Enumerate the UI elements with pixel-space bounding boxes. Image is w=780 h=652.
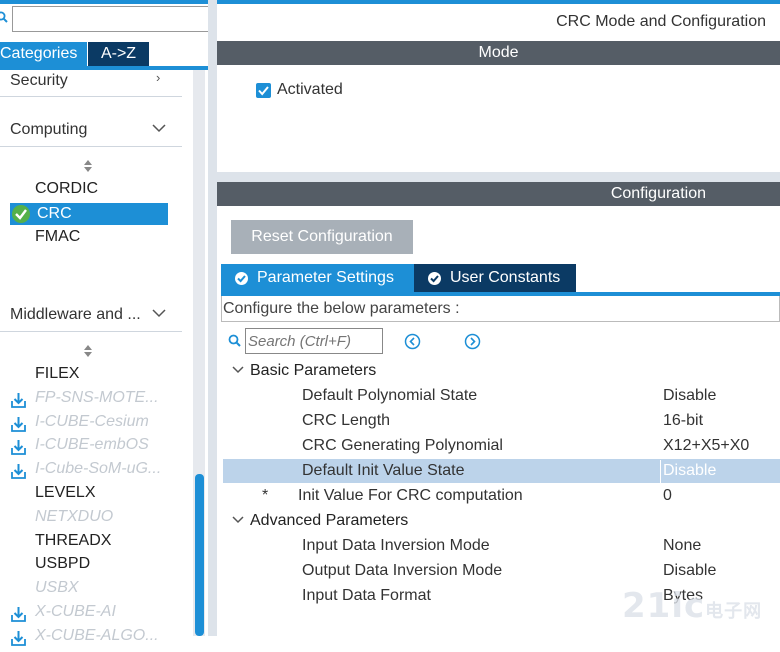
download-icon[interactable] (10, 463, 27, 480)
parameter-name: Input Data Inversion Mode (302, 537, 490, 554)
chevron-down-icon[interactable] (230, 365, 246, 375)
download-icon[interactable] (10, 416, 27, 433)
configuration-header: Configuration (217, 182, 780, 206)
category-security[interactable]: Security (10, 72, 68, 90)
scrollbar-thumb[interactable] (195, 474, 204, 636)
parameter-value[interactable]: None (663, 534, 701, 558)
divider (0, 331, 182, 332)
list-item[interactable]: I-Cube-SoM-uG... (35, 460, 161, 478)
parameter-name: Output Data Inversion Mode (302, 562, 503, 579)
category-search-input[interactable] (12, 6, 212, 32)
parameter-value[interactable]: Disable (663, 559, 716, 583)
list-item[interactable]: USBX (35, 579, 79, 597)
category-middleware[interactable]: Middleware and ... (10, 306, 141, 324)
mode-header: Mode (217, 41, 780, 65)
tab-categories[interactable]: Categories (0, 42, 87, 66)
search-icon[interactable] (228, 334, 241, 347)
divider (0, 96, 182, 97)
list-item-crc[interactable]: CRC (10, 203, 168, 225)
parameter-row[interactable]: Default Polynomial State Disable (223, 384, 780, 408)
chevron-down-icon[interactable] (230, 515, 246, 525)
parameter-row[interactable]: CRC Generating Polynomial X12+X5+X0 (223, 434, 780, 458)
download-icon[interactable] (10, 439, 27, 456)
parameter-value[interactable]: X12+X5+X0 (663, 434, 749, 458)
parameter-row[interactable]: CRC Length 16-bit (223, 409, 780, 433)
parameter-value[interactable]: Disable (663, 459, 716, 483)
previous-result-icon[interactable] (404, 333, 421, 350)
parameter-value[interactable]: 16-bit (663, 409, 703, 433)
category-computing[interactable]: Computing (10, 121, 87, 139)
search-icon[interactable] (0, 11, 8, 23)
parameter-row[interactable]: Default Init Value State Disable (223, 459, 780, 483)
section-gap (217, 172, 780, 182)
download-icon[interactable] (10, 606, 27, 623)
required-marker: * (262, 487, 269, 504)
sort-arrows-icon[interactable] (83, 159, 93, 173)
parameter-value[interactable]: 0 (663, 484, 672, 508)
parameter-name: Init Value For CRC computation (298, 487, 523, 504)
list-item[interactable]: I-CUBE-embOS (35, 436, 149, 454)
parameter-row[interactable]: * Init Value For CRC computation 0 (223, 484, 780, 508)
check-circle-icon (428, 272, 441, 285)
list-item[interactable]: USBPD (35, 555, 90, 573)
list-item[interactable]: X-CUBE-AI (35, 603, 116, 621)
list-item[interactable]: NETXDUO (35, 508, 113, 526)
category-search-row (0, 4, 212, 34)
list-item[interactable]: FILEX (35, 365, 79, 383)
check-circle-icon (235, 272, 248, 285)
parameter-name: Input Data Format (302, 587, 431, 604)
tab-user-constants[interactable]: User Constants (414, 264, 576, 292)
list-item-fmac[interactable]: FMAC (35, 228, 80, 246)
value-column-divider (660, 460, 661, 484)
tab-parameter-settings[interactable]: Parameter Settings (221, 264, 414, 292)
parameter-name: Default Init Value State (302, 462, 465, 479)
group-label: Advanced Parameters (250, 512, 409, 529)
activated-label: Activated (277, 81, 343, 98)
next-result-icon[interactable] (464, 333, 481, 350)
sort-arrows-icon[interactable] (83, 344, 93, 358)
group-label: Basic Parameters (250, 362, 377, 379)
list-item[interactable]: LEVELX (35, 484, 95, 502)
parameter-row[interactable]: Input Data Inversion Mode None (223, 534, 780, 558)
configure-hint: Configure the below parameters : (221, 296, 780, 322)
parameter-search-input[interactable] (245, 328, 383, 354)
tab-label: Parameter Settings (257, 269, 394, 286)
chevron-down-icon[interactable] (152, 309, 166, 318)
chevron-right-icon[interactable]: › (156, 70, 160, 85)
tab-underline (0, 66, 208, 70)
group-advanced-parameters[interactable]: Advanced Parameters (230, 512, 408, 530)
list-item-label: CRC (37, 205, 72, 222)
download-icon[interactable] (10, 392, 27, 409)
list-item[interactable]: I-CUBE-Cesium (35, 413, 149, 431)
download-icon[interactable] (10, 630, 27, 647)
group-basic-parameters[interactable]: Basic Parameters (230, 362, 376, 380)
left-tabs: Categories A->Z (0, 40, 208, 66)
parameter-name: CRC Length (302, 412, 391, 429)
check-circle-icon (12, 205, 30, 223)
watermark-logo: 21ic电子网 (622, 586, 763, 626)
reset-configuration-button[interactable]: Reset Configuration (231, 220, 413, 254)
parameter-name: Default Polynomial State (302, 387, 478, 404)
activated-checkbox[interactable] (256, 83, 271, 98)
list-item[interactable]: THREADX (35, 532, 111, 550)
list-item[interactable]: FP-SNS-MOTE... (35, 389, 159, 407)
parameter-row[interactable]: Output Data Inversion Mode Disable (223, 559, 780, 583)
list-item-cordic[interactable]: CORDIC (35, 180, 98, 198)
divider (0, 146, 182, 147)
page-title: CRC Mode and Configuration (556, 13, 766, 30)
parameter-value[interactable]: Disable (663, 384, 716, 408)
tab-a-to-z[interactable]: A->Z (88, 42, 149, 66)
panel-splitter[interactable] (208, 0, 217, 636)
parameter-name: CRC Generating Polynomial (302, 437, 503, 454)
tab-label: User Constants (450, 269, 561, 286)
chevron-down-icon[interactable] (152, 124, 166, 133)
